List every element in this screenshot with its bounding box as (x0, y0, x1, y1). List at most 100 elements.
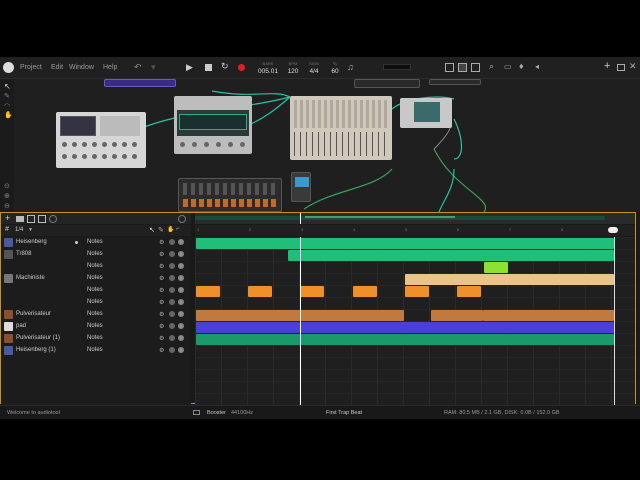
signature-display[interactable]: SIGN 4/4 (305, 60, 323, 76)
remove-icon[interactable] (178, 347, 184, 353)
bars-display[interactable]: BARS 005.01 (255, 60, 281, 76)
mute-icon[interactable] (169, 311, 175, 317)
chat-icon[interactable]: ▭ (504, 62, 512, 71)
gear-icon[interactable]: ⚙ (159, 299, 164, 306)
microphone-icon[interactable]: ♦ (519, 61, 524, 71)
mute-icon[interactable] (169, 275, 175, 281)
headphones-tool-icon[interactable]: ◠ (4, 102, 10, 110)
film-icon[interactable] (16, 216, 24, 222)
clip[interactable] (196, 286, 220, 297)
share-icon[interactable]: ◂ (535, 62, 539, 71)
remove-icon[interactable] (178, 263, 184, 269)
rack-device-2[interactable] (429, 79, 481, 85)
add-track-icon[interactable]: + (5, 213, 10, 223)
mute-icon[interactable] (169, 287, 175, 293)
remove-icon[interactable] (178, 299, 184, 305)
panel-a-icon[interactable] (27, 215, 35, 223)
cut-icon[interactable]: ⌐ (176, 226, 180, 232)
follow-icon[interactable] (178, 215, 186, 223)
project-title[interactable]: First Trap Beat (326, 410, 362, 416)
gear-icon[interactable]: ⚙ (159, 323, 164, 330)
clip[interactable] (431, 310, 483, 321)
ruler[interactable]: 1 2 3 4 5 6 7 8 (195, 225, 635, 236)
track-row[interactable]: Heisenberg (1) Notes ⚙ (1, 345, 191, 357)
undo-icon[interactable]: ↶ (134, 62, 142, 73)
mute-icon[interactable] (169, 251, 175, 257)
quantize-value[interactable]: 1/4 (15, 227, 23, 233)
grid-display[interactable]: ⅟₈ 60 (326, 60, 344, 76)
track-row[interactable]: pad Notes ⚙ (1, 321, 191, 333)
clip-grid[interactable] (195, 237, 635, 405)
playhead[interactable] (300, 237, 301, 405)
pointer-icon[interactable]: ↖ (149, 226, 155, 234)
gear-icon[interactable]: ⚙ (159, 251, 164, 258)
add-icon[interactable]: + (604, 60, 610, 72)
timeline-overview[interactable] (195, 213, 635, 224)
track-row[interactable]: Heisenberg Notes ⚙ (1, 237, 191, 249)
grid-icon[interactable]: # (5, 226, 9, 233)
clip[interactable] (248, 286, 272, 297)
loop-end-handle[interactable] (608, 227, 618, 233)
hand-tool-icon[interactable]: ✋ (4, 111, 13, 119)
heisenberg-device[interactable] (56, 112, 146, 168)
mute-icon[interactable] (169, 323, 175, 329)
zoom-out-icon[interactable]: ⊖ (4, 202, 10, 210)
gear-icon[interactable]: ⚙ (159, 263, 164, 270)
rack-device[interactable] (354, 79, 420, 88)
clip[interactable] (353, 286, 377, 297)
track-name[interactable]: Machiniste (16, 275, 45, 281)
gear-icon[interactable]: ⚙ (159, 347, 164, 354)
chevron-down-icon[interactable]: ▼ (28, 227, 33, 233)
close-icon[interactable]: ✕ (629, 61, 637, 72)
clip[interactable] (196, 238, 614, 249)
remove-icon[interactable] (178, 239, 184, 245)
remove-icon[interactable] (178, 335, 184, 341)
remove-icon[interactable] (178, 275, 184, 281)
zoom-in-icon[interactable]: ⊕ (4, 192, 10, 200)
keyboard-device[interactable] (104, 79, 176, 87)
clip[interactable] (288, 250, 614, 261)
menu-window[interactable]: Window (69, 64, 94, 71)
clip[interactable] (300, 286, 324, 297)
track-name[interactable]: Pulverisateur (16, 311, 51, 317)
search-icon[interactable]: ⌕ (489, 61, 494, 72)
mute-icon[interactable] (169, 347, 175, 353)
loop-icon[interactable]: ↻ (221, 61, 229, 72)
track-name[interactable]: Tr808 (16, 251, 31, 257)
gear-icon[interactable]: ⚙ (159, 275, 164, 282)
track-row[interactable]: Notes ⚙ (1, 297, 191, 309)
device-desktop[interactable] (14, 79, 640, 212)
redo-icon[interactable]: ▾ (151, 62, 156, 73)
remove-icon[interactable] (178, 251, 184, 257)
gear-icon[interactable]: ⚙ (159, 335, 164, 342)
stompbox-device[interactable] (291, 172, 311, 202)
track-row[interactable]: Pulverisateur (1) Notes ⚙ (1, 333, 191, 345)
track-row[interactable]: Notes ⚙ (1, 285, 191, 297)
track-row[interactable]: Tr808 Notes ⚙ (1, 249, 191, 261)
mute-icon[interactable] (169, 239, 175, 245)
clip[interactable] (196, 334, 614, 345)
track-name[interactable]: pad (16, 323, 26, 329)
window-icon[interactable] (617, 64, 625, 71)
zoom-reset-icon[interactable]: ⊙ (4, 182, 10, 190)
clip[interactable] (196, 322, 614, 333)
stop-icon[interactable] (205, 64, 212, 71)
track-name[interactable]: Heisenberg (16, 239, 47, 245)
audiotool-logo-icon[interactable] (3, 62, 14, 73)
gear-icon[interactable]: ⚙ (159, 287, 164, 294)
menu-edit[interactable]: Edit (51, 64, 63, 71)
play-icon[interactable]: ▶ (186, 62, 193, 73)
clip[interactable] (484, 262, 508, 273)
gear-icon[interactable]: ⚙ (159, 239, 164, 246)
layout-icon[interactable] (458, 63, 467, 72)
mute-icon[interactable] (169, 335, 175, 341)
metronome-icon[interactable]: ♫ (347, 62, 354, 72)
menu-help[interactable]: Help (103, 64, 117, 71)
clip[interactable] (457, 286, 481, 297)
pulverisateur-device[interactable] (174, 96, 252, 154)
track-name[interactable]: Pulverisateur (1) (16, 335, 60, 341)
clip[interactable] (405, 286, 429, 297)
gear-icon[interactable]: ⚙ (159, 311, 164, 318)
track-row[interactable]: Pulverisateur Notes ⚙ (1, 309, 191, 321)
remove-icon[interactable] (178, 287, 184, 293)
